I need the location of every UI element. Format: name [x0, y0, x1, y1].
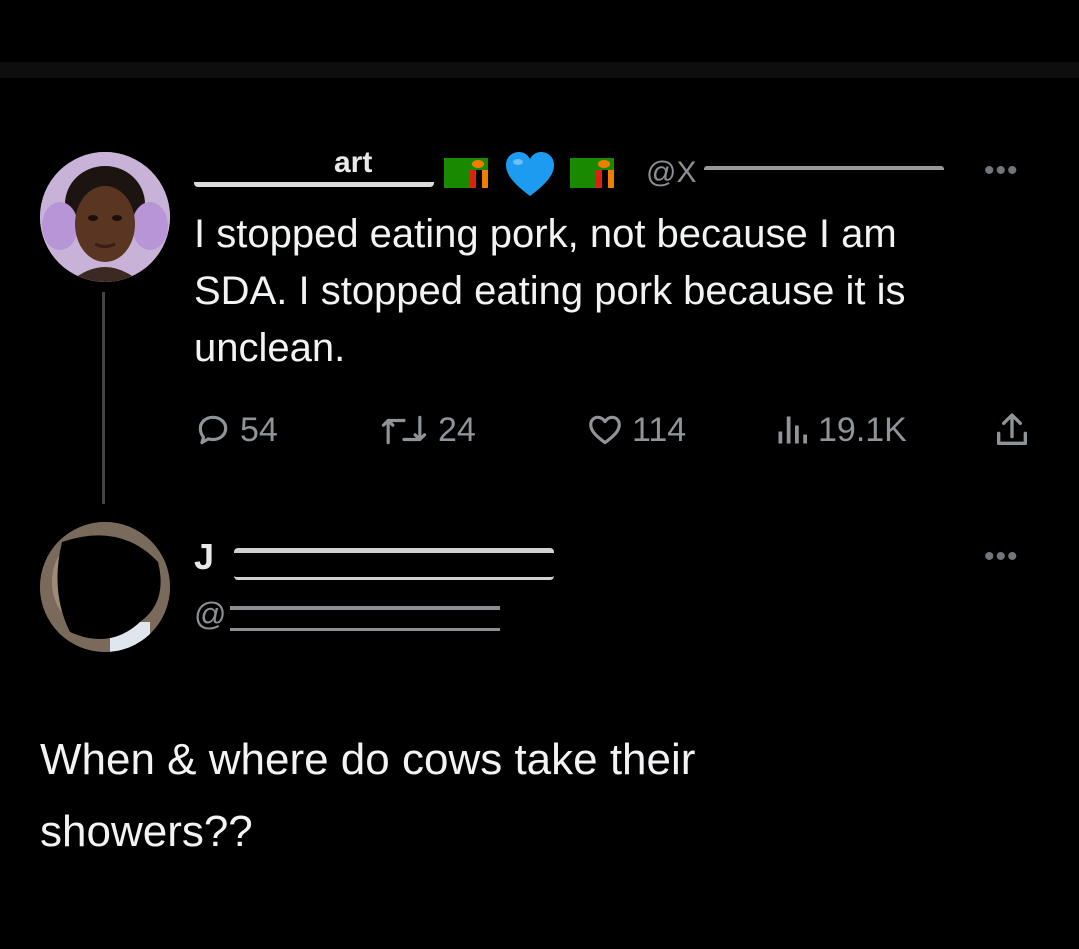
reply-icon — [198, 415, 228, 445]
reply-author-avatar[interactable] — [40, 522, 170, 652]
tweet-actions-bar: 54 24 114 19.1K — [194, 402, 1044, 458]
redacted-reply-name — [234, 548, 554, 580]
blue-heart-icon — [506, 152, 554, 196]
avatar-portrait-obscured — [40, 522, 170, 652]
like-count: 114 — [632, 410, 687, 449]
reply-display-name[interactable]: J — [194, 536, 554, 580]
tweet-text: I stopped eating pork, not because I am … — [194, 212, 906, 370]
zambia-flag-icon — [444, 158, 488, 188]
zambia-flag-icon — [570, 158, 614, 188]
author-handle[interactable]: @X — [646, 156, 696, 190]
views-button[interactable]: 19.1K — [774, 402, 907, 458]
retweet-button[interactable]: 24 — [378, 402, 476, 458]
reply-text: When & where do cows take their showers?… — [40, 735, 696, 856]
more-icon[interactable]: ••• — [984, 540, 1019, 574]
share-button[interactable] — [992, 402, 1040, 458]
reply-author-name-fragment: J — [194, 536, 215, 577]
like-button[interactable]: 114 — [586, 402, 686, 458]
share-icon — [997, 413, 1027, 445]
retweet-icon — [381, 415, 427, 445]
reply-count: 54 — [240, 410, 278, 449]
view-count: 19.1K — [818, 410, 907, 449]
author-name-fragment: art — [334, 146, 373, 179]
retweet-count: 24 — [438, 410, 476, 449]
top-shadow-band — [0, 62, 1079, 78]
redacted-display-name: art — [194, 146, 434, 187]
more-icon[interactable]: ••• — [984, 154, 1019, 188]
like-icon — [589, 415, 621, 445]
avatar-portrait — [40, 152, 170, 282]
redacted-handle — [704, 166, 944, 188]
tweet-header: art @X ••• — [194, 146, 1044, 196]
reply-button[interactable]: 54 — [194, 402, 278, 458]
views-icon — [778, 416, 807, 444]
reply-handle-prefix: @ — [194, 596, 227, 632]
thread-connector-line — [102, 292, 105, 504]
author-avatar[interactable] — [40, 152, 170, 282]
reply-handle[interactable]: @ — [194, 596, 514, 634]
redacted-reply-handle — [230, 606, 500, 631]
